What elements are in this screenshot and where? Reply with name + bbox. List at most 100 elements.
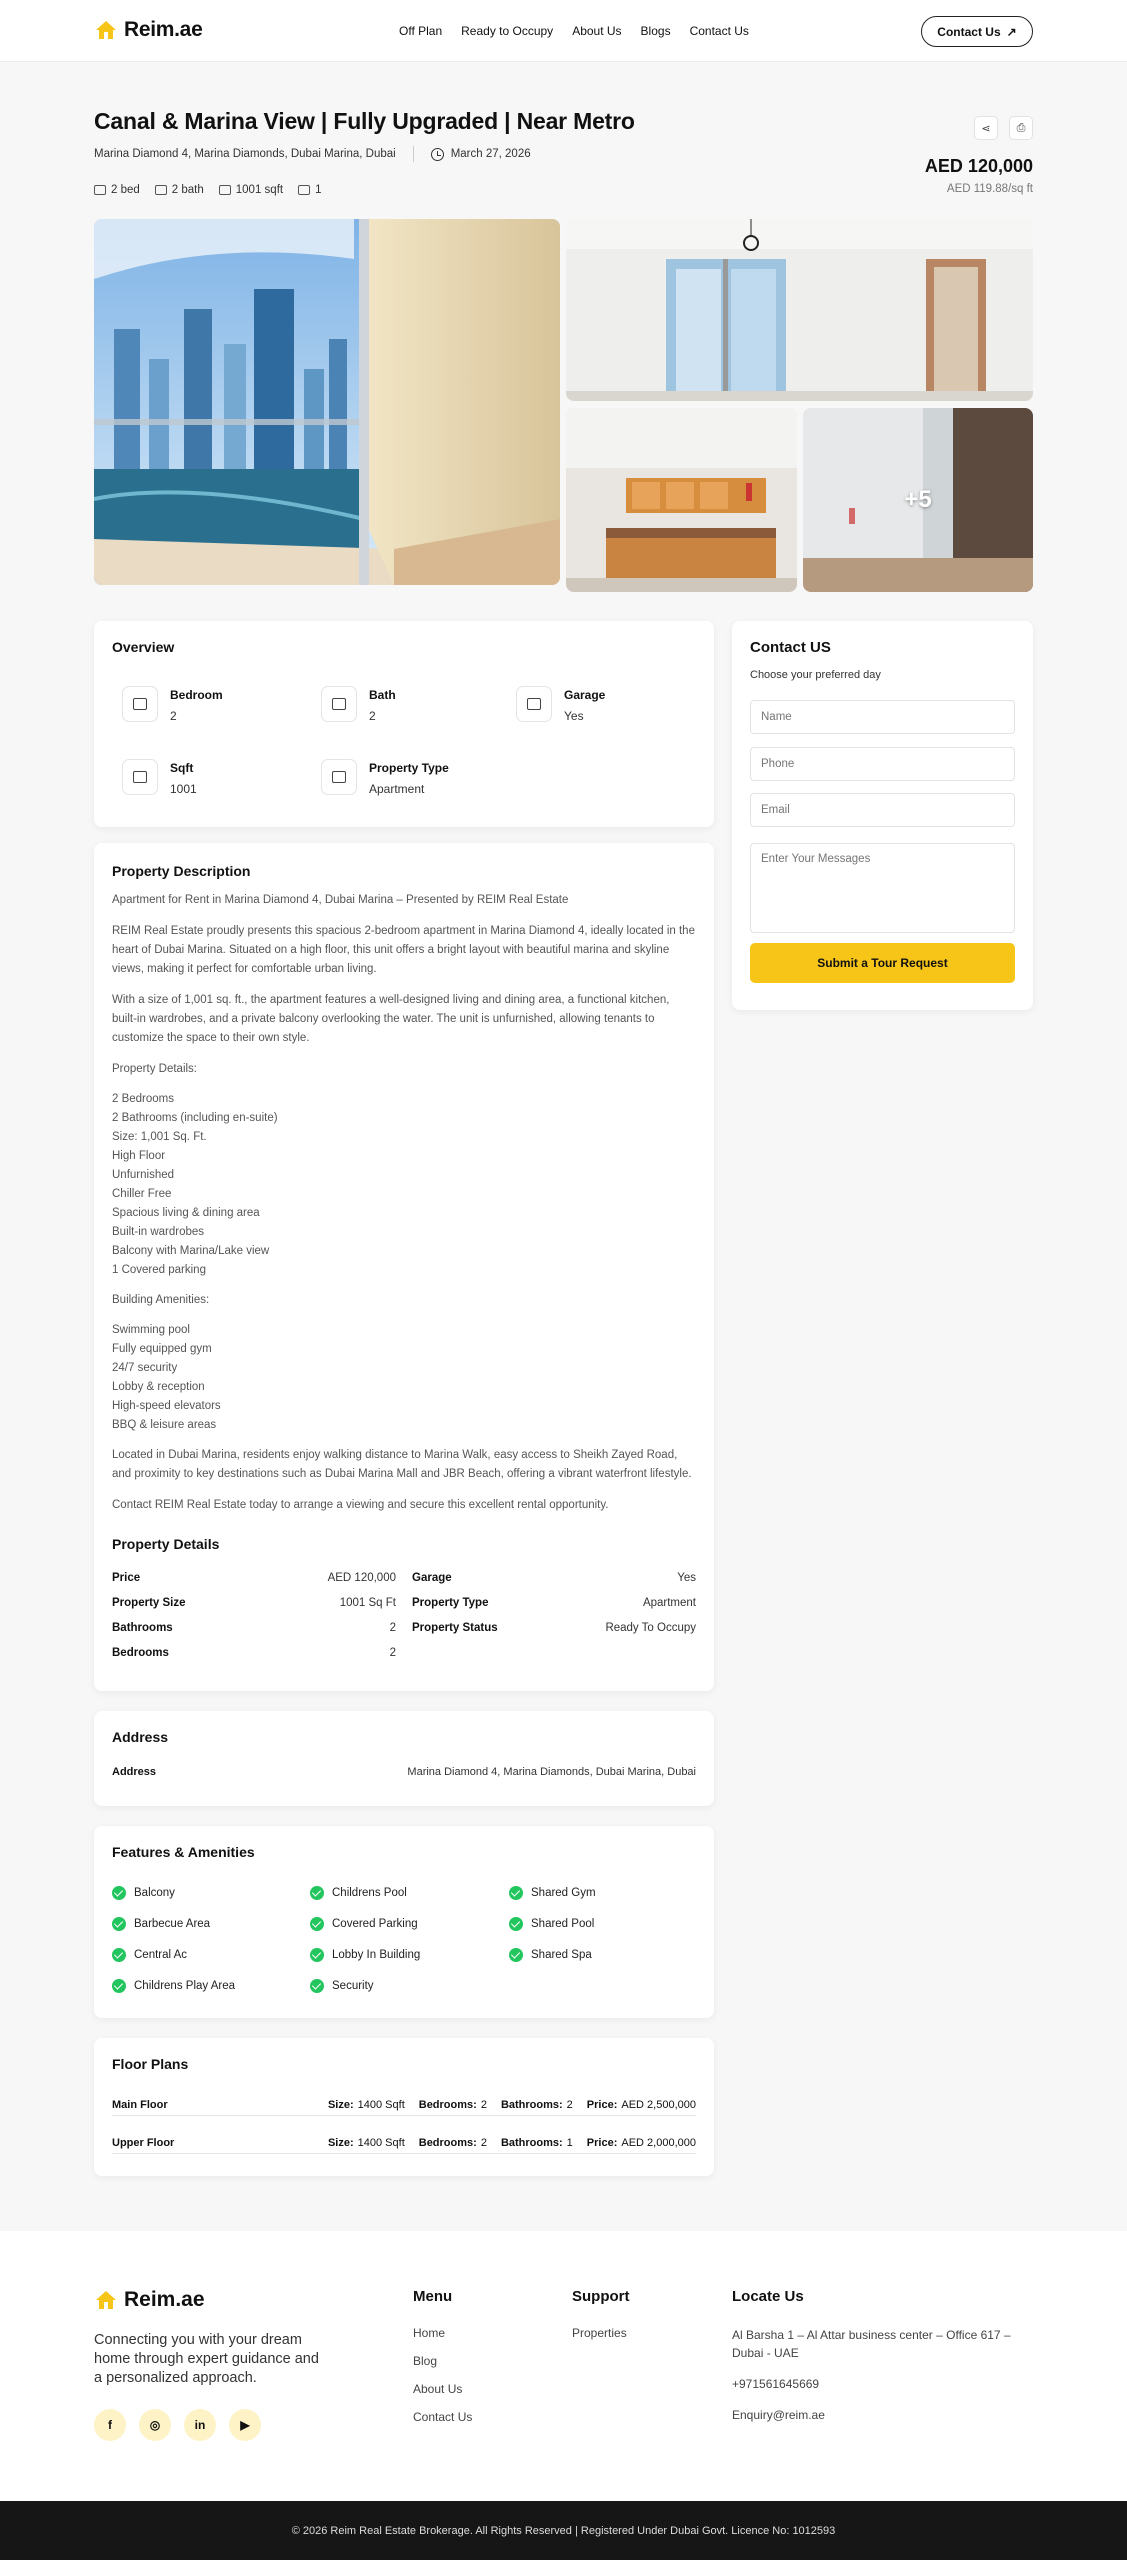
facebook-icon[interactable]: f xyxy=(94,2409,126,2441)
detail-value: Yes xyxy=(677,1572,696,1584)
footer-locate-heading: Locate Us xyxy=(732,2288,804,2305)
footer-link-contact[interactable]: Contact Us xyxy=(413,2410,472,2424)
brand-logo[interactable]: Reim.ae xyxy=(94,18,203,42)
detail-value: Ready To Occupy xyxy=(605,1622,696,1634)
footer-menu-heading: Menu xyxy=(413,2288,453,2305)
share-icon[interactable]: ⋖ xyxy=(974,116,998,140)
footer-link-blog[interactable]: Blog xyxy=(413,2354,472,2368)
gallery-photo-3[interactable] xyxy=(566,408,797,592)
footer-tagline: Connecting you with your dream home thro… xyxy=(94,2332,319,2386)
overview-bedroom-value: 2 xyxy=(170,709,177,723)
description-heading: Property Description xyxy=(112,863,251,879)
spec-garage-label: 1 xyxy=(315,184,322,196)
overview-bath: Bath 2 xyxy=(321,686,396,723)
overview-garage-label: Garage xyxy=(564,688,606,702)
gallery-main-photo[interactable] xyxy=(94,219,560,585)
email-field[interactable] xyxy=(750,793,1015,827)
list-item: High-speed elevators xyxy=(112,1400,221,1412)
overview-sqft-label: Sqft xyxy=(170,761,194,775)
listing-date: March 27, 2026 xyxy=(450,148,531,160)
instagram-icon[interactable]: ◎ xyxy=(139,2409,171,2441)
detail-label: Price xyxy=(112,1572,141,1584)
list-item: 2 Bathrooms (including en-suite) xyxy=(112,1112,278,1124)
spec-bed: 2 bed xyxy=(94,184,140,196)
feature-item: Childrens Pool xyxy=(310,1886,407,1900)
overview-heading: Overview xyxy=(112,639,175,655)
nav-off-plan[interactable]: Off Plan xyxy=(399,24,442,38)
nav-blogs[interactable]: Blogs xyxy=(641,24,671,38)
name-field[interactable] xyxy=(750,700,1015,734)
detail-size: Property Size 1001 Sq Ft xyxy=(112,1597,396,1609)
area-icon xyxy=(218,185,231,195)
footer-link-home[interactable]: Home xyxy=(413,2326,472,2340)
feature-item: Security xyxy=(310,1979,374,1993)
footer-email[interactable]: Enquiry@reim.ae xyxy=(732,2406,1032,2424)
check-circle-icon xyxy=(509,1886,523,1900)
floor-plan-row[interactable]: Upper Floor Size: 1400 Sqft Bedrooms: 2 Ba… xyxy=(112,2132,696,2154)
list-item: Size: 1,001 Sq. Ft. xyxy=(112,1131,207,1143)
submit-tour-request-button[interactable]: Submit a Tour Request xyxy=(750,943,1015,983)
print-icon[interactable]: ⎙ xyxy=(1009,116,1033,140)
list-item: Spacious living & dining area xyxy=(112,1207,260,1219)
feature-label: Shared Spa xyxy=(531,1949,592,1961)
price-per-sqft: AED 119.88/sq ft xyxy=(946,183,1033,195)
feature-label: Security xyxy=(332,1980,374,1992)
footer-link-properties[interactable]: Properties xyxy=(572,2326,630,2340)
address-heading: Address xyxy=(112,1729,169,1745)
feature-label: Balcony xyxy=(134,1887,175,1899)
footer-phone[interactable]: +971561645669 xyxy=(732,2375,1032,2393)
overview-garage-value: Yes xyxy=(564,709,584,723)
check-circle-icon xyxy=(509,1917,523,1931)
top-navbar: Reim.ae Off Plan Ready to Occupy About U… xyxy=(0,0,1127,62)
footer-menu: Menu Home Blog About Us Contact Us xyxy=(413,2288,472,2438)
footer-address: Al Barsha 1 – Al Attar business center –… xyxy=(732,2328,1011,2360)
floor-plan-stats: Size: 1400 Sqft Bedrooms: 2 Bathrooms: 2 Pr… xyxy=(328,2099,696,2111)
linkedin-icon[interactable]: in xyxy=(184,2409,216,2441)
feature-item: Lobby In Building xyxy=(310,1948,420,1962)
nav-ready-to-occupy[interactable]: Ready to Occupy xyxy=(461,24,553,38)
header-contact-button[interactable]: Contact Us ↗ xyxy=(921,16,1033,47)
spec-bath-label: 2 bath xyxy=(171,184,204,196)
feature-label: Barbecue Area xyxy=(134,1918,211,1930)
listing-specs: 2 bed 2 bath 1001 sqft 1 xyxy=(94,184,322,196)
phone-field[interactable] xyxy=(750,747,1015,781)
bedrooms-label: Bedrooms: xyxy=(418,2136,477,2149)
gallery-photo-4-more[interactable]: +5 xyxy=(803,408,1033,592)
list-item: Fully equipped gym xyxy=(112,1343,212,1355)
details-list: 2 Bedrooms 2 Bathrooms (including en-sui… xyxy=(112,1090,696,1280)
house-logo-icon xyxy=(96,21,116,39)
footer-brand-logo[interactable]: Reim.ae xyxy=(94,2288,205,2312)
feature-item: Central Ac xyxy=(112,1948,187,1962)
balcony-marina-image xyxy=(94,219,560,585)
overview-card: Overview Bedroom 2 Bath 2 Garage Yes Sqft 10… xyxy=(94,621,714,827)
message-field[interactable] xyxy=(750,843,1015,933)
kitchen-image xyxy=(566,408,797,592)
floor-plan-row[interactable]: Main Floor Size: 1400 Sqft Bedrooms: 2 Bat… xyxy=(112,2094,696,2116)
spec-bed-label: 2 bed xyxy=(111,184,140,196)
bedrooms-label: Bedrooms: xyxy=(418,2098,477,2111)
floor-plan-size: 1400 Sqft xyxy=(357,2136,405,2149)
youtube-icon[interactable]: ▶ xyxy=(229,2409,261,2441)
nav-contact-us[interactable]: Contact Us xyxy=(690,24,749,38)
nav-about-us[interactable]: About Us xyxy=(572,24,621,38)
check-circle-icon xyxy=(112,1979,126,1993)
feature-label: Lobby In Building xyxy=(332,1949,421,1961)
bed-icon xyxy=(94,185,106,195)
list-item: High Floor xyxy=(112,1150,166,1162)
overview-type-label: Property Type xyxy=(369,761,449,775)
floor-plan-bathrooms: 1 xyxy=(566,2136,573,2149)
check-circle-icon xyxy=(310,1886,324,1900)
spec-sqft-label: 1001 sqft xyxy=(235,184,284,196)
property-details-heading: Property Details xyxy=(112,1536,220,1552)
feature-item: Balcony xyxy=(112,1886,175,1900)
feature-label: Covered Parking xyxy=(332,1918,418,1930)
footer-link-about[interactable]: About Us xyxy=(413,2382,472,2396)
amenities-label: Building Amenities: xyxy=(112,1294,210,1306)
price-label: Price: xyxy=(586,2098,618,2111)
description-card: Property Description Apartment for Rent … xyxy=(94,843,714,1691)
check-circle-icon xyxy=(509,1948,523,1962)
area-icon xyxy=(122,759,158,795)
gallery-photo-2[interactable] xyxy=(566,219,1033,401)
listing-meta: Marina Diamond 4, Marina Diamonds, Dubai… xyxy=(94,146,531,162)
description-paragraph-1: REIM Real Estate proudly presents this s… xyxy=(112,925,695,975)
